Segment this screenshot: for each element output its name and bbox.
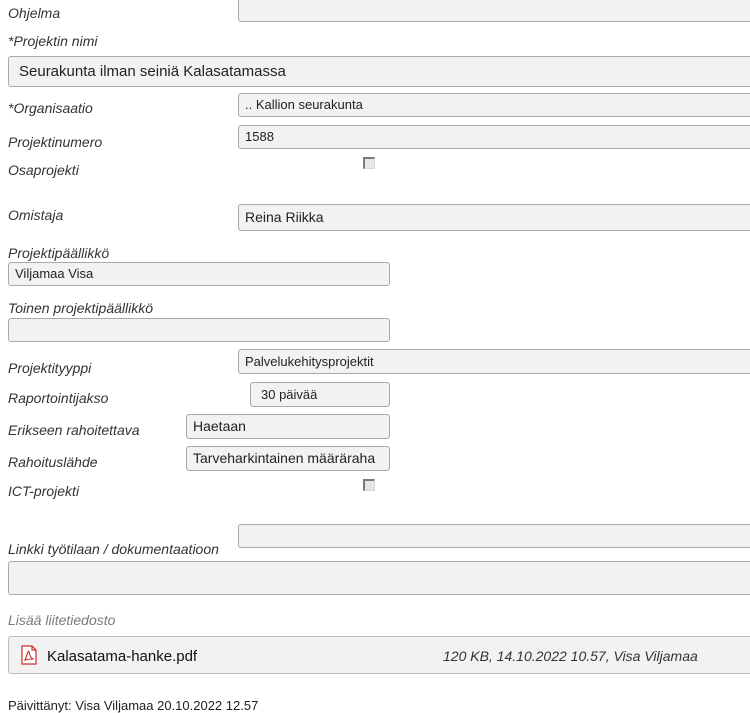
subproject-label: Osaprojekti xyxy=(8,162,79,178)
attachment-meta: 120 KB, 14.10.2022 10.57, Visa Viljamaa xyxy=(443,648,698,664)
workspace-link-input[interactable] xyxy=(8,561,750,595)
attachment-item[interactable]: Kalasatama-hanke.pdf 120 KB, 14.10.2022 … xyxy=(8,636,750,674)
reporting-period-label: Raportointijakso xyxy=(8,390,109,406)
project-number-field[interactable]: 1588 xyxy=(238,125,750,149)
project-manager-label: Projektipäällikkö xyxy=(8,245,110,261)
second-project-manager-label: Toinen projektipäällikkö xyxy=(8,300,154,316)
ict-project-label: ICT-projekti xyxy=(8,483,80,499)
project-name-input[interactable]: Seurakunta ilman seiniä Kalasatamassa xyxy=(8,56,750,87)
project-type-label: Projektityyppi xyxy=(8,360,92,376)
unlabeled-field[interactable] xyxy=(238,524,750,548)
funding-source-select[interactable]: Tarveharkintainen määräraha xyxy=(186,446,390,471)
separately-funded-label: Erikseen rahoitettava xyxy=(8,422,140,438)
reporting-period-select[interactable]: 30 päivää xyxy=(250,382,390,407)
organisation-label: *Organisaatio xyxy=(8,100,93,116)
attachment-filename[interactable]: Kalasatama-hanke.pdf xyxy=(47,648,197,665)
second-project-manager-input[interactable] xyxy=(8,318,390,342)
separately-funded-select[interactable]: Haetaan xyxy=(186,414,390,439)
add-attachment-link[interactable]: Lisää liitetiedosto xyxy=(8,612,115,628)
owner-label: Omistaja xyxy=(8,207,64,223)
ict-project-checkbox[interactable] xyxy=(363,479,375,491)
project-type-select[interactable]: Palvelukehitysprojektit xyxy=(238,349,750,374)
project-number-label: Projektinumero xyxy=(8,134,103,150)
pdf-icon xyxy=(21,645,37,665)
subproject-checkbox[interactable] xyxy=(363,157,375,169)
funding-source-label: Rahoituslähde xyxy=(8,454,98,470)
organisation-select[interactable]: .. Kallion seurakunta xyxy=(238,93,750,117)
updated-by-text: Päivittänyt: Visa Viljamaa 20.10.2022 12… xyxy=(8,698,259,713)
project-manager-input[interactable]: Viljamaa Visa xyxy=(8,262,390,286)
owner-field[interactable]: Reina Riikka xyxy=(238,204,750,231)
program-field[interactable] xyxy=(238,0,750,22)
program-label: Ohjelma xyxy=(8,5,61,21)
workspace-link-label: Linkki työtilaan / dokumentaatioon xyxy=(8,541,219,557)
project-name-label: *Projektin nimi xyxy=(8,33,98,49)
